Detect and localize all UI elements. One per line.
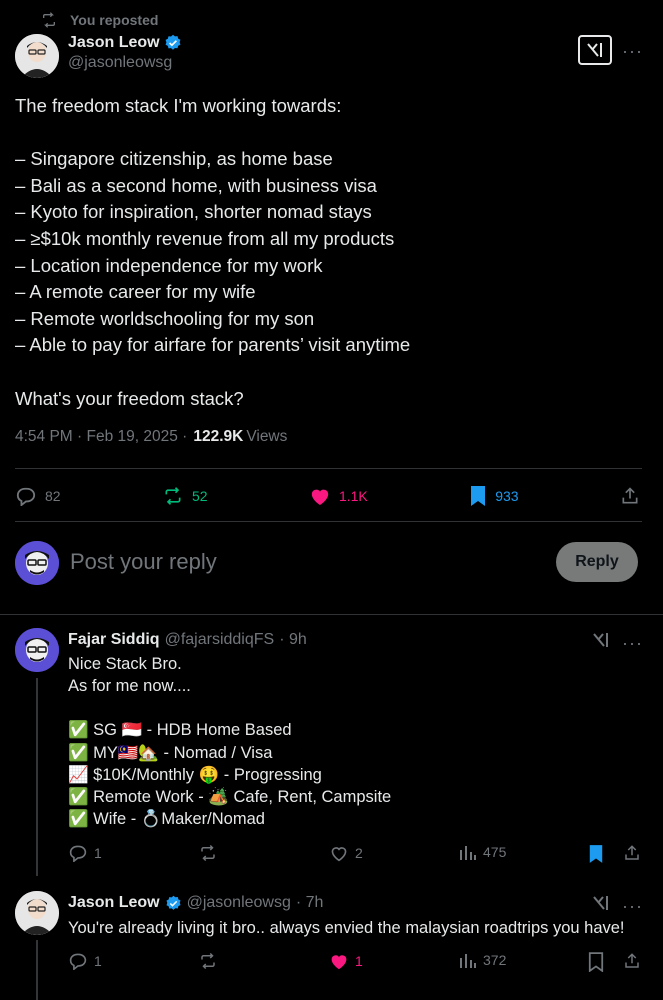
views-count: 122.9K [193,428,244,445]
tweet-text: The freedom stack I'm working towards: –… [15,95,411,409]
like-action[interactable]: 1 [329,952,363,970]
reply-line: ✅ MY🇲🇾🏡 - Nomad / Visa [68,743,273,762]
reply-action-bar: 1 1 372 [68,952,643,976]
views-label: Views [246,428,288,445]
repost-action[interactable] [198,952,224,970]
like-count: 2 [355,845,363,861]
more-options-icon[interactable]: ··· [622,42,643,60]
like-count: 1.1K [338,488,368,504]
grok-icon[interactable] [591,894,611,912]
reply-action-bar: 1 2 475 [68,844,643,868]
grok-icon[interactable] [591,631,611,649]
reply-icon [68,952,88,970]
reply-icon [15,486,37,506]
reply-input[interactable]: Post your reply [70,549,217,575]
reply-author-avatar[interactable] [15,628,59,672]
thread-line [36,678,38,876]
divider [0,614,663,615]
share-action[interactable] [620,486,640,506]
grok-icon[interactable] [578,35,612,65]
views-action[interactable]: 475 [459,844,506,860]
like-count: 1 [355,953,363,969]
share-icon[interactable] [623,844,641,862]
share-icon[interactable] [623,952,641,970]
reply-author-name[interactable]: Jason Leow [68,894,160,912]
views-action[interactable]: 372 [459,952,506,968]
repost-action[interactable] [198,844,224,862]
reply-author-name[interactable]: Fajar Siddiq [68,631,160,649]
reply-line: ✅ Wife - 💍Maker/Nomad [68,810,265,829]
heart-icon [309,486,331,506]
reply-count: 1 [94,845,102,861]
reply-line [68,697,638,719]
repost-icon [162,486,184,506]
tweet-action-bar: 82 52 1.1K 933 [15,478,640,514]
analytics-icon [459,952,477,968]
tweet-timestamp[interactable]: 4:54 PM · Feb 19, 2025 · [15,428,187,446]
reply-author-handle[interactable]: @jasonleowsg [187,894,291,912]
verified-badge-icon [165,895,182,912]
reply-line: ✅ SG 🇸🇬 - HDB Home Based [68,721,292,740]
repost-label: You reposted [70,12,159,28]
reply-line: ✅ Remote Work - 🏕️ Cafe, Rent, Campsite [68,788,392,807]
author-name[interactable]: Jason Leow [68,34,160,52]
bookmark-count: 933 [495,488,519,504]
views-count: 475 [483,844,507,860]
repost-icon [198,952,218,970]
like-action[interactable]: 2 [329,844,363,862]
bookmark-action[interactable]: 933 [469,485,519,507]
repost-action[interactable]: 52 [162,486,208,506]
bookmark-icon[interactable] [588,844,604,864]
reply-action[interactable]: 1 [68,952,102,970]
reply-button[interactable]: Reply [556,542,638,582]
author-handle[interactable]: @jasonleowsg [68,54,182,72]
more-options-icon[interactable]: ··· [622,634,643,652]
user-avatar[interactable] [15,541,59,585]
repost-icon [40,12,58,28]
bookmark-icon [469,485,487,507]
verified-badge-icon [164,34,182,52]
repost-indicator: You reposted [40,10,158,30]
reply-line: As for me now.... [68,677,191,696]
reply-time[interactable]: · 9h [279,631,307,649]
reply-time[interactable]: · 7h [296,894,324,912]
more-options-icon[interactable]: ··· [622,897,643,915]
divider [15,468,642,469]
heart-icon [329,844,349,862]
share-icon [620,486,640,506]
bookmark-icon[interactable] [588,952,604,972]
thread-line [36,940,38,1000]
reply-text: You're already living it bro.. always en… [68,919,625,937]
reply-author-handle[interactable]: @fajarsiddiqFS [165,631,275,649]
reply-count: 1 [94,953,102,969]
reply-count: 82 [45,488,61,504]
reply-text: Nice Stack Bro. As for me now.... ✅ SG 🇸… [68,653,638,830]
divider [15,521,642,522]
reply-action[interactable]: 1 [68,844,102,862]
heart-icon [329,952,349,970]
reply-icon [68,844,88,862]
repost-count: 52 [191,488,208,504]
like-action[interactable]: 1.1K [309,486,368,506]
analytics-icon [459,844,477,860]
author-avatar[interactable] [15,34,59,78]
reply-author-avatar[interactable] [15,891,59,935]
tweet-meta: 4:54 PM · Feb 19, 2025 · 122.9K Views [15,428,287,446]
reply-action[interactable]: 82 [15,486,61,506]
repost-icon [198,844,218,862]
reply-line: Nice Stack Bro. [68,655,182,673]
views-count: 372 [483,952,507,968]
reply-line: 📈 $10K/Monthly 🤑 - Progressing [68,765,322,784]
